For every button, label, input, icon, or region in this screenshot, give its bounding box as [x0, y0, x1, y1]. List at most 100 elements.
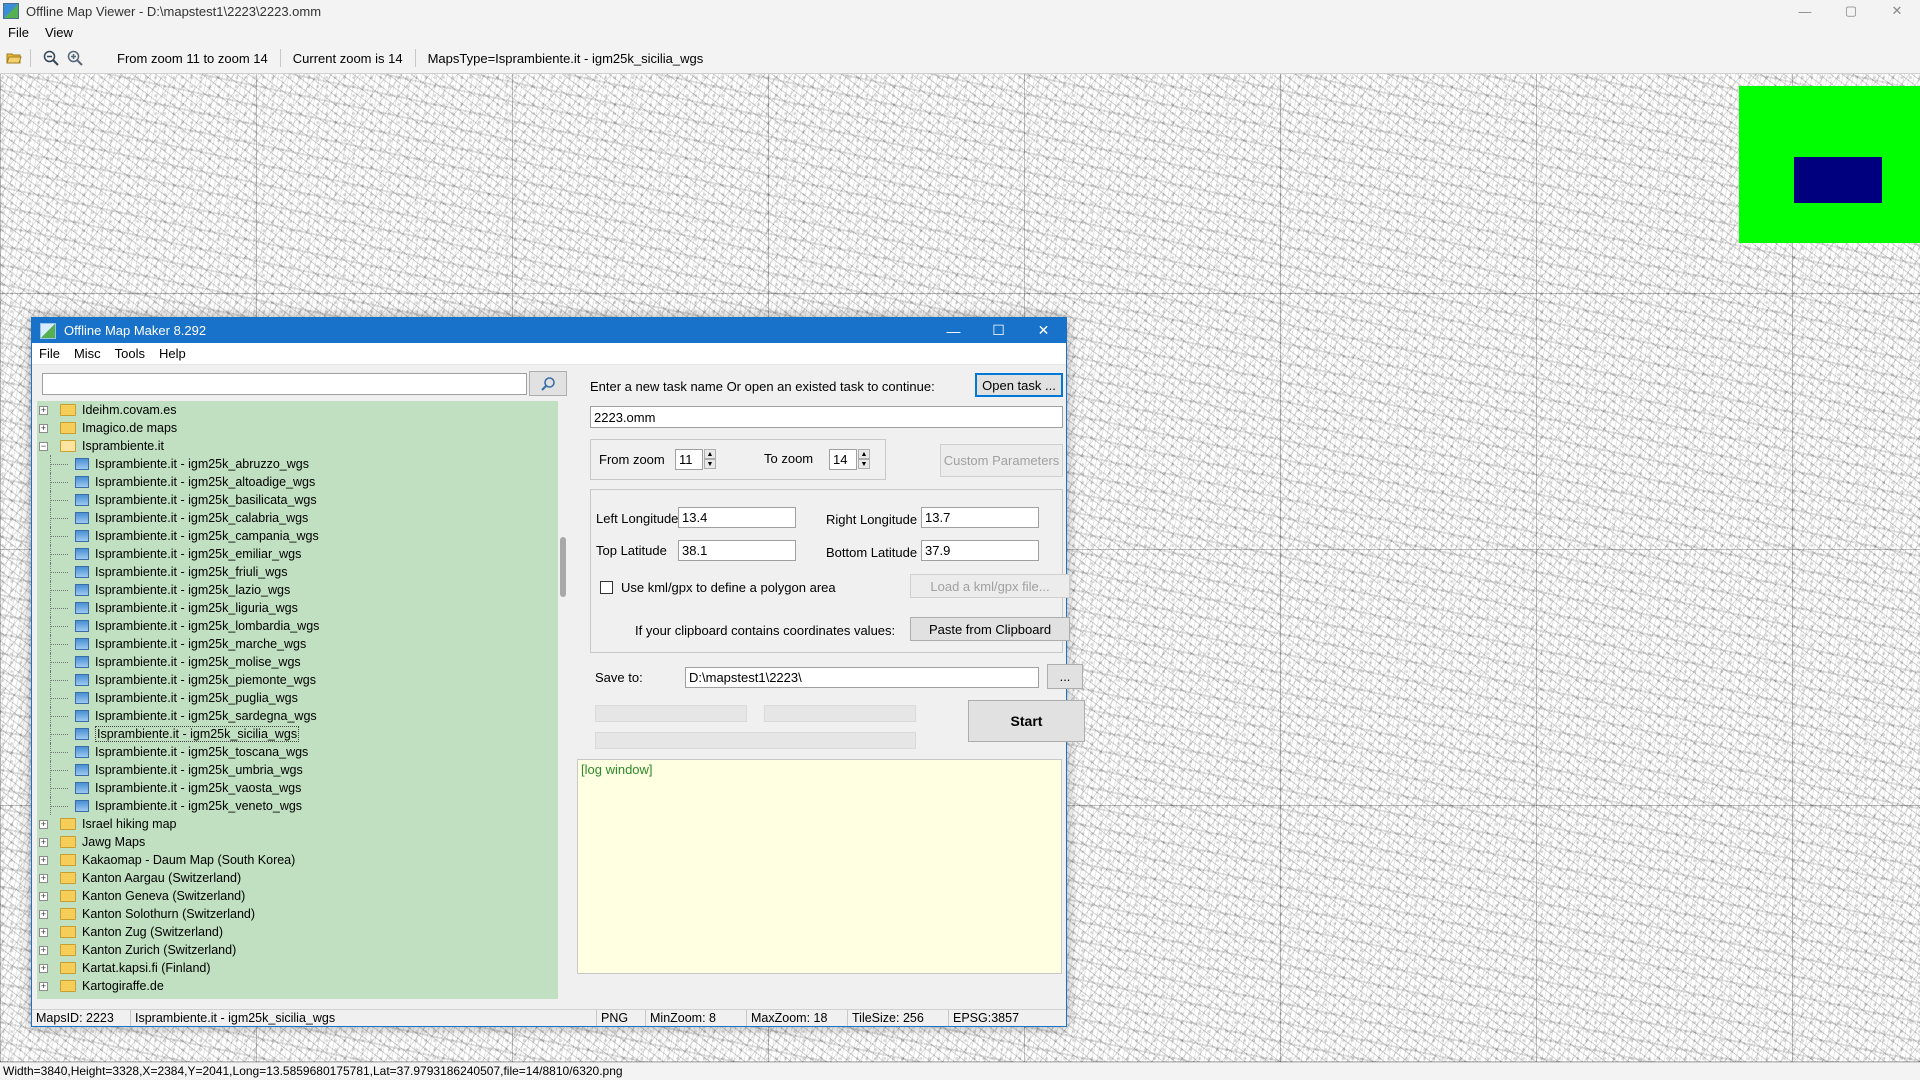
- paste-clipboard-button[interactable]: Paste from Clipboard: [910, 617, 1070, 641]
- dialog-menu-file[interactable]: File: [32, 346, 67, 361]
- tree-folder-item[interactable]: − Isprambiente.it: [37, 437, 558, 455]
- task-prompt-label: Enter a new task name Or open an existed…: [590, 379, 935, 394]
- tree-guide-line: [50, 644, 68, 645]
- viewer-menu-view[interactable]: View: [37, 25, 81, 40]
- dialog-minimize-button[interactable]: —: [931, 318, 976, 343]
- tree-map-item[interactable]: Isprambiente.it - igm25k_sardegna_wgs: [37, 707, 558, 725]
- expand-icon[interactable]: +: [39, 855, 48, 865]
- spinner-down-icon[interactable]: ▼: [704, 459, 716, 469]
- expand-icon[interactable]: +: [39, 927, 48, 937]
- to-zoom-spinner[interactable]: ▲ ▼: [858, 449, 870, 469]
- tree-folder-item[interactable]: + Kanton Geneva (Switzerland): [37, 887, 558, 905]
- tree-map-item[interactable]: Isprambiente.it - igm25k_veneto_wgs: [37, 797, 558, 815]
- tree-map-item[interactable]: Isprambiente.it - igm25k_sicilia_wgs: [37, 725, 558, 743]
- tree-scrollbar-thumb[interactable]: [560, 537, 566, 597]
- right-longitude-input[interactable]: [921, 507, 1039, 528]
- tree-folder-item[interactable]: + Kakaomap - Daum Map (South Korea): [37, 851, 558, 869]
- tree-folder-item[interactable]: + Imagico.de maps: [37, 419, 558, 437]
- task-name-input[interactable]: [590, 406, 1063, 428]
- tree-map-item[interactable]: Isprambiente.it - igm25k_toscana_wgs: [37, 743, 558, 761]
- custom-parameters-button[interactable]: Custom Parameters: [940, 444, 1063, 477]
- expand-icon[interactable]: +: [39, 891, 48, 901]
- clipboard-label: If your clipboard contains coordinates v…: [635, 623, 896, 638]
- tree-map-item[interactable]: Isprambiente.it - igm25k_campania_wgs: [37, 527, 558, 545]
- tree-map-item[interactable]: Isprambiente.it - igm25k_calabria_wgs: [37, 509, 558, 527]
- search-button[interactable]: [529, 371, 567, 396]
- maps-tree[interactable]: + Ideihm.covam.es + Imagico.de maps − Ispramb…: [37, 401, 558, 999]
- tree-map-item[interactable]: Isprambiente.it - igm25k_lazio_wgs: [37, 581, 558, 599]
- expand-icon[interactable]: +: [39, 981, 48, 991]
- dialog-menu-misc[interactable]: Misc: [67, 346, 108, 361]
- toolbar-separator: [30, 49, 31, 67]
- expand-icon[interactable]: +: [39, 405, 48, 415]
- to-zoom-input[interactable]: [829, 449, 857, 470]
- tree-map-item[interactable]: Isprambiente.it - igm25k_umbria_wgs: [37, 761, 558, 779]
- from-zoom-spinner[interactable]: ▲ ▼: [704, 449, 716, 469]
- tree-folder-item[interactable]: + Kartogiraffe.de: [37, 977, 558, 995]
- expand-icon[interactable]: +: [39, 963, 48, 973]
- tree-folder-item[interactable]: + Kanton Solothurn (Switzerland): [37, 905, 558, 923]
- tree-item-label: Isprambiente.it - igm25k_piemonte_wgs: [95, 673, 316, 687]
- viewer-close-button[interactable]: ✕: [1874, 0, 1920, 22]
- expand-icon[interactable]: +: [39, 909, 48, 919]
- tree-map-item[interactable]: Isprambiente.it - igm25k_piemonte_wgs: [37, 671, 558, 689]
- zoom-out-icon[interactable]: [41, 48, 61, 68]
- viewer-menu-file[interactable]: File: [0, 25, 37, 40]
- tree-map-item[interactable]: Isprambiente.it - igm25k_liguria_wgs: [37, 599, 558, 617]
- tree-map-item[interactable]: Isprambiente.it - igm25k_abruzzo_wgs: [37, 455, 558, 473]
- open-task-button[interactable]: Open task ...: [975, 373, 1063, 397]
- top-latitude-input[interactable]: [678, 540, 796, 561]
- maps-search-input[interactable]: [42, 373, 527, 395]
- collapse-icon[interactable]: −: [39, 441, 48, 451]
- tree-folder-item[interactable]: + Kartat.kapsi.fi (Finland): [37, 959, 558, 977]
- spinner-down-icon[interactable]: ▼: [858, 459, 870, 469]
- viewer-minimize-button[interactable]: —: [1782, 0, 1828, 22]
- start-button[interactable]: Start: [968, 700, 1085, 742]
- dialog-menu-tools[interactable]: Tools: [108, 346, 152, 361]
- expand-icon[interactable]: +: [39, 819, 48, 829]
- tree-folder-item[interactable]: + Israel hiking map: [37, 815, 558, 833]
- tree-folder-item[interactable]: + Kanton Zug (Switzerland): [37, 923, 558, 941]
- expand-icon[interactable]: +: [39, 945, 48, 955]
- expand-icon[interactable]: +: [39, 873, 48, 883]
- tree-scrollbar[interactable]: [559, 401, 568, 999]
- load-kml-button[interactable]: Load a kml/gpx file...: [910, 574, 1070, 598]
- tree-map-item[interactable]: Isprambiente.it - igm25k_vaosta_wgs: [37, 779, 558, 797]
- save-path-input[interactable]: [685, 667, 1039, 688]
- tree-map-item[interactable]: Isprambiente.it - igm25k_friuli_wgs: [37, 563, 558, 581]
- dialog-close-button[interactable]: ✕: [1021, 318, 1066, 343]
- log-window[interactable]: [log window]: [577, 759, 1062, 974]
- minimap-viewport[interactable]: [1794, 157, 1882, 203]
- tree-map-item[interactable]: Isprambiente.it - igm25k_puglia_wgs: [37, 689, 558, 707]
- zoom-in-icon[interactable]: [65, 48, 85, 68]
- log-scrollbar[interactable]: [1062, 759, 1064, 974]
- tree-map-item[interactable]: Isprambiente.it - igm25k_basilicata_wgs: [37, 491, 558, 509]
- dialog-maximize-button[interactable]: ☐: [976, 318, 1021, 343]
- tree-folder-item[interactable]: + Ideihm.covam.es: [37, 401, 558, 419]
- tree-map-item[interactable]: Isprambiente.it - igm25k_marche_wgs: [37, 635, 558, 653]
- dialog-menu-help[interactable]: Help: [152, 346, 193, 361]
- spinner-up-icon[interactable]: ▲: [858, 449, 870, 459]
- search-icon: [541, 376, 555, 391]
- tree-map-item[interactable]: Isprambiente.it - igm25k_emiliar_wgs: [37, 545, 558, 563]
- tree-folder-item[interactable]: + Kanton Zurich (Switzerland): [37, 941, 558, 959]
- tree-folder-item[interactable]: + Kanton Aargau (Switzerland): [37, 869, 558, 887]
- expand-icon[interactable]: +: [39, 837, 48, 847]
- expand-icon[interactable]: +: [39, 423, 48, 433]
- tree-guide-line: [50, 698, 68, 699]
- open-folder-icon[interactable]: [4, 48, 24, 68]
- use-kml-checkbox[interactable]: [600, 581, 613, 594]
- bottom-latitude-input[interactable]: [921, 540, 1039, 561]
- tree-map-item[interactable]: Isprambiente.it - igm25k_molise_wgs: [37, 653, 558, 671]
- from-zoom-input[interactable]: [675, 449, 703, 470]
- dialog-titlebar[interactable]: Offline Map Maker 8.292 — ☐ ✕: [32, 318, 1066, 343]
- browse-button[interactable]: ...: [1047, 664, 1083, 689]
- tree-guide-line: [50, 482, 68, 483]
- tree-folder-item[interactable]: + Jawg Maps: [37, 833, 558, 851]
- tree-map-item[interactable]: Isprambiente.it - igm25k_lombardia_wgs: [37, 617, 558, 635]
- viewer-maximize-button[interactable]: ▢: [1828, 0, 1874, 22]
- minimap[interactable]: [1739, 86, 1920, 243]
- left-longitude-input[interactable]: [678, 507, 796, 528]
- tree-map-item[interactable]: Isprambiente.it - igm25k_altoadige_wgs: [37, 473, 558, 491]
- spinner-up-icon[interactable]: ▲: [704, 449, 716, 459]
